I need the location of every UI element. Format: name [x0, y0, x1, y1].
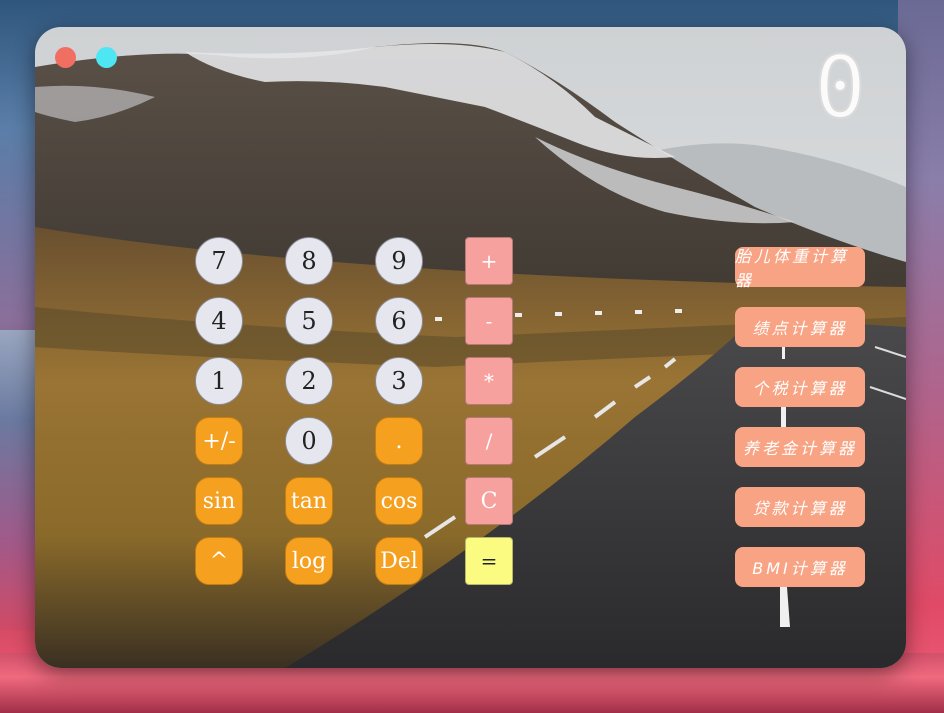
key-2[interactable]: 2	[285, 357, 333, 405]
close-dot[interactable]	[55, 47, 76, 68]
key-tan[interactable]: tan	[285, 477, 333, 525]
pension-calculator-button[interactable]: 养老金计算器	[735, 427, 865, 467]
key-minus[interactable]: -	[465, 297, 513, 345]
key-5[interactable]: 5	[285, 297, 333, 345]
keypad: 7 8 9 + 4 5 6 - 1 2 3 * +/- 0 . / sin ta…	[195, 237, 525, 597]
key-8[interactable]: 8	[285, 237, 333, 285]
minimize-dot[interactable]	[96, 47, 117, 68]
key-1[interactable]: 1	[195, 357, 243, 405]
key-7[interactable]: 7	[195, 237, 243, 285]
key-equals[interactable]: =	[465, 537, 513, 585]
calculator-display: 0	[813, 38, 867, 138]
background-left	[0, 330, 40, 630]
income-tax-calculator-button[interactable]: 个税计算器	[735, 367, 865, 407]
key-clear[interactable]: C	[465, 477, 513, 525]
key-cos[interactable]: cos	[375, 477, 423, 525]
key-power[interactable]: ^	[195, 537, 243, 585]
key-multiply[interactable]: *	[465, 357, 513, 405]
key-0[interactable]: 0	[285, 417, 333, 465]
calculator-window: 0 7 8 9 + 4 5 6 - 1 2 3 * +/- 0 . / sin …	[35, 27, 906, 668]
key-delete[interactable]: Del	[375, 537, 423, 585]
key-9[interactable]: 9	[375, 237, 423, 285]
key-divide[interactable]: /	[465, 417, 513, 465]
key-decimal[interactable]: .	[375, 417, 423, 465]
loan-calculator-button[interactable]: 贷款计算器	[735, 487, 865, 527]
key-sin[interactable]: sin	[195, 477, 243, 525]
gpa-calculator-button[interactable]: 绩点计算器	[735, 307, 865, 347]
bmi-calculator-button[interactable]: BMI计算器	[735, 547, 865, 587]
key-negate[interactable]: +/-	[195, 417, 243, 465]
key-plus[interactable]: +	[465, 237, 513, 285]
key-log[interactable]: log	[285, 537, 333, 585]
key-6[interactable]: 6	[375, 297, 423, 345]
key-4[interactable]: 4	[195, 297, 243, 345]
key-3[interactable]: 3	[375, 357, 423, 405]
fetal-weight-calculator-button[interactable]: 胎儿体重计算器	[735, 247, 865, 290]
